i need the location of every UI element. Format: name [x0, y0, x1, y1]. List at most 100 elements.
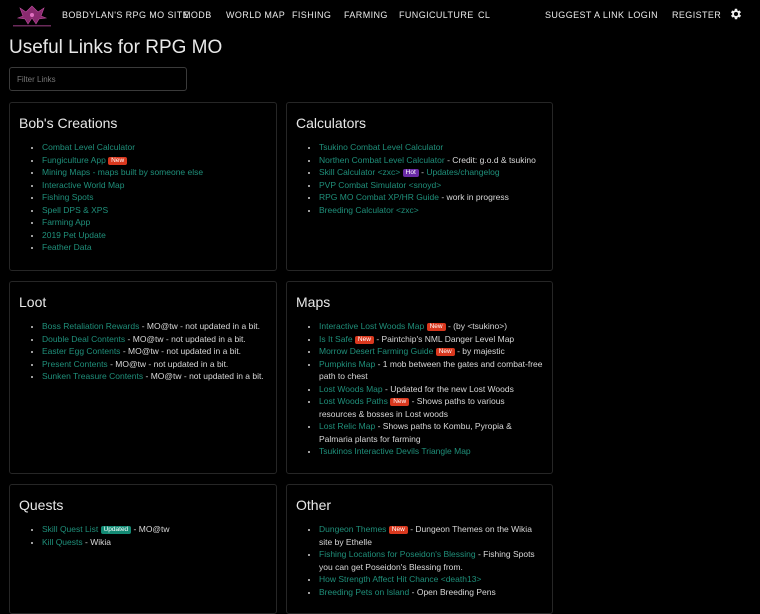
nav-link-bobdylan[interactable]: BOBDYLAN'S RPG MO SITE	[62, 10, 189, 20]
nav-link-farming[interactable]: FARMING	[344, 10, 388, 20]
list-item: Feather Data	[42, 241, 268, 254]
link[interactable]: Fishing Spots	[42, 192, 94, 202]
link[interactable]: How Strength Affect Hit Chance <death13>	[319, 574, 481, 584]
link-note: - Updated for the new Lost Woods	[385, 383, 514, 394]
link[interactable]: Interactive Lost Woods Map	[319, 321, 424, 331]
link[interactable]: Farming App	[42, 217, 90, 227]
link[interactable]: PVP Combat Simulator <snoyd>	[319, 180, 441, 190]
nav-link-modb[interactable]: MODB	[183, 10, 212, 20]
new-badge: New	[108, 156, 128, 165]
card-loot: Loot Boss Retaliation Rewards - MO@tw - …	[9, 281, 277, 474]
link-note: - Wikia	[85, 536, 111, 547]
list-item: Double Deal Contents - MO@tw - not updat…	[42, 333, 268, 346]
link-note: - Credit: g.o.d & tsukino	[447, 154, 536, 165]
link[interactable]: Fishing Locations for Poseidon's Blessin…	[319, 549, 476, 559]
link[interactable]: Breeding Pets on Island	[319, 587, 409, 597]
top-navbar: BOBDYLAN'S RPG MO SITE MODB WORLD MAP FI…	[0, 0, 760, 30]
list-item: Farming App	[42, 216, 268, 229]
nav-link-world-map[interactable]: WORLD MAP	[226, 10, 285, 20]
link[interactable]: Kill Quests	[42, 537, 83, 547]
card-other: Other Dungeon Themes New - Dungeon Theme…	[286, 484, 553, 614]
new-badge: New	[354, 335, 374, 344]
list-item: Lost Woods Map - Updated for the new Los…	[319, 383, 544, 396]
card-title: Maps	[296, 294, 331, 310]
link[interactable]: Northen Combat Level Calculator	[319, 155, 445, 165]
link[interactable]: Present Contents	[42, 359, 108, 369]
link[interactable]: Boss Retaliation Rewards	[42, 321, 139, 331]
link[interactable]: Double Deal Contents	[42, 334, 125, 344]
register-link[interactable]: REGISTER	[672, 10, 721, 20]
link-list: Skill Quest List Updated - MO@tw Kill Qu…	[42, 523, 268, 548]
link[interactable]: Dungeon Themes	[319, 524, 386, 534]
rpgmo-logo-icon[interactable]	[10, 4, 54, 28]
suggest-link-button[interactable]: SUGGEST A LINK	[545, 10, 624, 20]
link[interactable]: Morrow Desert Farming Guide	[319, 346, 433, 356]
list-item: Breeding Calculator <zxc>	[319, 204, 544, 217]
nav-link-cl[interactable]: CL	[478, 10, 490, 20]
list-item: Fishing Spots	[42, 191, 268, 204]
list-item: Northen Combat Level Calculator - Credit…	[319, 154, 544, 167]
link-list: Boss Retaliation Rewards - MO@tw - not u…	[42, 320, 268, 383]
new-badge: New	[388, 526, 408, 534]
link[interactable]: Breeding Calculator <zxc>	[319, 205, 419, 215]
new-badge: New	[426, 323, 446, 331]
link[interactable]: Skill Calculator <zxc>	[319, 167, 400, 177]
list-item: Easter Egg Contents - MO@tw - not update…	[42, 345, 268, 358]
list-item: Tsukino Combat Level Calculator	[319, 141, 544, 154]
card-bobs-creations: Bob's Creations Combat Level Calculator …	[9, 102, 277, 271]
list-item: RPG MO Combat XP/HR Guide - work in prog…	[319, 191, 544, 204]
login-link[interactable]: LOGIN	[628, 10, 658, 20]
link-list: Dungeon Themes New - Dungeon Themes on t…	[319, 523, 544, 598]
changelog-link[interactable]: Updates/changelog	[426, 167, 499, 177]
link[interactable]: Tsukinos Interactive Devils Triangle Map	[319, 446, 471, 456]
link[interactable]: Lost Relic Map	[319, 421, 375, 431]
list-item: Fishing Locations for Poseidon's Blessin…	[319, 548, 544, 573]
link[interactable]: Lost Woods Map	[319, 384, 383, 394]
link-list: Combat Level Calculator Fungiculture App…	[42, 141, 268, 254]
link-note: - (by <tsukino>)	[447, 321, 508, 331]
nav-link-fungiculture[interactable]: FUNGICULTURE	[399, 10, 474, 20]
hot-badge: Hot	[402, 169, 419, 177]
link[interactable]: Is It Safe	[319, 334, 353, 344]
link[interactable]: Pumpkins Map	[319, 359, 375, 369]
card-maps: Maps Interactive Lost Woods Map New - (b…	[286, 281, 553, 474]
card-calculators: Calculators Tsukino Combat Level Calcula…	[286, 102, 553, 271]
link-note: - by majestic	[457, 346, 505, 356]
list-item: Fungiculture App New	[42, 154, 268, 167]
link[interactable]: Feather Data	[42, 242, 92, 252]
gear-icon[interactable]	[729, 7, 743, 21]
list-item: Lost Woods Paths New - Shows paths to va…	[319, 395, 544, 420]
list-item: Spell DPS & XPS	[42, 204, 268, 217]
list-item: 2019 Pet Update	[42, 229, 268, 242]
nav-link-fishing[interactable]: FISHING	[292, 10, 331, 20]
list-item: Lost Relic Map - Shows paths to Kombu, P…	[319, 420, 544, 445]
list-item: Sunken Treasure Contents - MO@tw - not u…	[42, 370, 268, 383]
link[interactable]: Easter Egg Contents	[42, 346, 120, 356]
link[interactable]: Interactive World Map	[42, 180, 125, 190]
card-title: Loot	[19, 294, 47, 310]
link[interactable]: Mining Maps	[42, 167, 90, 177]
list-item: Boss Retaliation Rewards - MO@tw - not u…	[42, 320, 268, 333]
link[interactable]: Combat Level Calculator	[42, 142, 135, 152]
link[interactable]: Spell DPS & XPS	[42, 205, 108, 215]
list-item: Morrow Desert Farming Guide New - by maj…	[319, 345, 544, 358]
list-item: Breeding Pets on Island - Open Breeding …	[319, 586, 544, 599]
link[interactable]: Fungiculture App	[42, 155, 106, 165]
link[interactable]: Sunken Treasure Contents	[42, 371, 143, 381]
list-item: Pumpkins Map - 1 mob between the gates a…	[319, 358, 544, 383]
link-note[interactable]: - maps built by someone else	[93, 167, 204, 177]
link[interactable]: 2019 Pet Update	[42, 230, 106, 240]
link-note: - MO@tw - not updated in a bit.	[145, 371, 264, 381]
page-title: Useful Links for RPG MO	[9, 37, 223, 58]
link[interactable]: RPG MO Combat XP/HR Guide	[319, 192, 439, 202]
filter-links-input[interactable]	[9, 67, 187, 91]
list-item: PVP Combat Simulator <snoyd>	[319, 179, 544, 192]
link-note: - MO@tw - not updated in a bit.	[127, 333, 246, 344]
link-note: - work in progress	[441, 192, 509, 202]
link[interactable]: Tsukino Combat Level Calculator	[319, 142, 443, 152]
new-badge: New	[435, 348, 455, 356]
link[interactable]: Skill Quest List	[42, 524, 98, 534]
link-note: - MO@tw - not updated in a bit.	[141, 321, 260, 331]
link[interactable]: Lost Woods Paths	[319, 396, 388, 406]
link-note: - Paintchip's NML Danger Level Map	[376, 333, 515, 344]
